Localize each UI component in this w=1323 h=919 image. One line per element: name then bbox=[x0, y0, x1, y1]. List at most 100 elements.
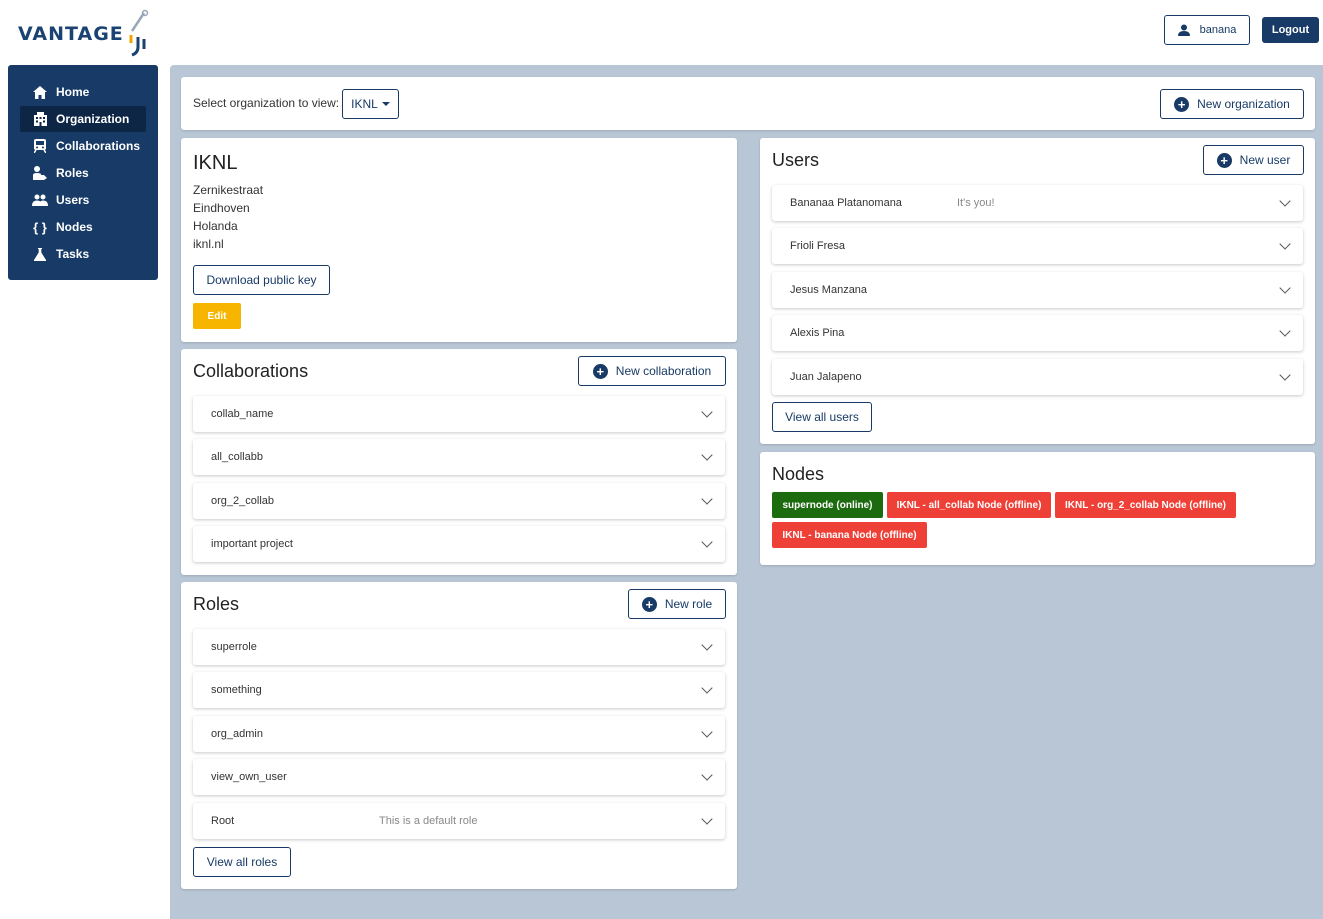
org-selector-card: Select organization to view: IKNL + New … bbox=[181, 77, 1315, 130]
sidebar-item-users[interactable]: Users bbox=[20, 187, 146, 213]
sidebar-item-label: Collaborations bbox=[56, 139, 141, 153]
role-name: org_admin bbox=[211, 728, 263, 740]
home-icon bbox=[32, 84, 48, 100]
building-icon bbox=[32, 111, 48, 127]
sidebar-item-label: Home bbox=[56, 85, 90, 99]
edit-organization-button[interactable]: Edit bbox=[193, 303, 241, 329]
role-name: superrole bbox=[211, 641, 257, 653]
role-item[interactable]: Root This is a default role bbox=[193, 803, 725, 839]
user-icon bbox=[1177, 24, 1190, 36]
chevron-down-icon bbox=[701, 769, 713, 781]
chevron-down-icon bbox=[701, 493, 713, 505]
new-organization-button[interactable]: + New organization bbox=[1160, 89, 1304, 119]
new-collaboration-button[interactable]: + New collaboration bbox=[578, 356, 726, 386]
user-name: Juan Jalapeno bbox=[790, 371, 862, 383]
logo-text: VANTAGE bbox=[18, 23, 124, 45]
chevron-down-icon bbox=[701, 682, 713, 694]
plus-circle-icon: + bbox=[1174, 96, 1190, 112]
logout-button[interactable]: Logout bbox=[1262, 17, 1319, 43]
view-all-roles-button[interactable]: View all roles bbox=[193, 847, 291, 877]
vantage-logo[interactable]: VANTAGE bbox=[18, 8, 151, 60]
collaboration-item[interactable]: org_2_collab bbox=[193, 483, 725, 519]
user-name: Jesus Manzana bbox=[790, 284, 868, 296]
sidebar-item-label: Tasks bbox=[56, 247, 90, 261]
role-name: Root bbox=[211, 815, 235, 827]
org-select-dropdown[interactable]: IKNL bbox=[342, 89, 399, 119]
download-public-key-button[interactable]: Download public key bbox=[193, 265, 330, 295]
chevron-down-icon bbox=[1279, 282, 1291, 294]
sidebar-item-label: Organization bbox=[56, 112, 130, 126]
user-item[interactable]: Juan Jalapeno bbox=[772, 359, 1303, 395]
role-item[interactable]: org_admin bbox=[193, 716, 725, 752]
users-card: Users + New user Bananaa Platanomana It'… bbox=[760, 138, 1315, 444]
view-all-users-button[interactable]: View all users bbox=[772, 402, 872, 432]
org-select-label: Select organization to view: bbox=[193, 96, 340, 110]
sidebar-item-home[interactable]: Home bbox=[20, 79, 146, 105]
user-item[interactable]: Alexis Pina bbox=[772, 315, 1303, 351]
collaboration-item[interactable]: all_collabb bbox=[193, 439, 725, 475]
node-badge-offline[interactable]: IKNL - banana Node (offline) bbox=[772, 522, 927, 548]
org-select-value: IKNL bbox=[351, 97, 378, 111]
sidebar-item-label: Roles bbox=[56, 166, 89, 180]
nodes-title: Nodes bbox=[772, 464, 825, 484]
collaborations-card: Collaborations + New collaboration colla… bbox=[181, 349, 737, 575]
role-item[interactable]: superrole bbox=[193, 629, 725, 665]
plus-circle-icon: + bbox=[641, 596, 657, 612]
user-name: Bananaa Platanomana bbox=[790, 197, 902, 209]
chevron-down-icon bbox=[701, 813, 713, 825]
user-item[interactable]: Bananaa Platanomana It's you! bbox=[772, 185, 1303, 221]
role-item[interactable]: something bbox=[193, 672, 725, 708]
role-description: This is a default role bbox=[379, 815, 478, 827]
user-name: Alexis Pina bbox=[790, 327, 845, 339]
collaboration-item[interactable]: important project bbox=[193, 526, 725, 562]
node-badge-online[interactable]: supernode (online) bbox=[772, 492, 883, 518]
user-note: It's you! bbox=[957, 197, 995, 209]
collaboration-item[interactable]: collab_name bbox=[193, 396, 725, 432]
new-user-button[interactable]: + New user bbox=[1203, 145, 1304, 175]
users-title: Users bbox=[772, 150, 820, 170]
roles-title: Roles bbox=[193, 594, 240, 614]
sidebar-item-collaborations[interactable]: Collaborations bbox=[20, 133, 146, 159]
braces-icon: { } bbox=[33, 219, 47, 235]
collaborations-title: Collaborations bbox=[193, 361, 309, 381]
role-name: view_own_user bbox=[211, 771, 287, 783]
caret-down-icon bbox=[381, 102, 390, 106]
nodes-card: Nodes supernode (online) IKNL - all_coll… bbox=[760, 452, 1315, 565]
user-item[interactable]: Frioli Fresa bbox=[772, 228, 1303, 264]
collaboration-name: important project bbox=[211, 538, 293, 550]
sidebar-item-nodes[interactable]: { } Nodes bbox=[20, 214, 146, 240]
user-tag-icon bbox=[32, 165, 48, 181]
roles-card: Roles + New role superrole something org… bbox=[181, 582, 737, 889]
chevron-down-icon bbox=[701, 449, 713, 461]
chevron-down-icon bbox=[1279, 238, 1291, 250]
sidebar-item-roles[interactable]: Roles bbox=[20, 160, 146, 186]
user-item[interactable]: Jesus Manzana bbox=[772, 272, 1303, 308]
organization-card: IKNL Zernikestraat Eindhoven Holanda ikn… bbox=[181, 138, 737, 342]
user-name: banana bbox=[1199, 24, 1237, 36]
users-icon bbox=[32, 192, 48, 208]
main-content: Select organization to view: IKNL + New … bbox=[170, 65, 1323, 919]
chevron-down-icon bbox=[701, 406, 713, 418]
role-name: something bbox=[211, 684, 262, 696]
sidebar-item-tasks[interactable]: Tasks bbox=[20, 241, 146, 267]
new-role-button[interactable]: + New role bbox=[628, 589, 726, 619]
collaboration-name: all_collabb bbox=[211, 451, 263, 463]
new-role-label: New role bbox=[664, 597, 713, 611]
chevron-down-icon bbox=[701, 536, 713, 548]
new-organization-label: New organization bbox=[1197, 97, 1290, 111]
role-item[interactable]: view_own_user bbox=[193, 759, 725, 795]
flask-icon bbox=[32, 246, 48, 262]
top-bar: VANTAGE banana Logout bbox=[0, 0, 1323, 65]
org-address-city: Eindhoven bbox=[193, 201, 250, 215]
chevron-down-icon bbox=[1279, 325, 1291, 337]
sidebar-item-organization[interactable]: Organization bbox=[20, 106, 146, 132]
sidebar-item-label: Users bbox=[56, 193, 90, 207]
new-user-label: New user bbox=[1239, 153, 1291, 167]
sidebar-item-label: Nodes bbox=[56, 220, 93, 234]
collaboration-name: collab_name bbox=[211, 408, 274, 420]
node-badge-offline[interactable]: IKNL - all_collab Node (offline) bbox=[887, 492, 1051, 518]
logo-mark-icon bbox=[129, 9, 149, 57]
org-address-country: Holanda bbox=[193, 219, 238, 233]
user-menu-button[interactable]: banana bbox=[1164, 15, 1250, 45]
node-badge-offline[interactable]: IKNL - org_2_collab Node (offline) bbox=[1055, 492, 1236, 518]
